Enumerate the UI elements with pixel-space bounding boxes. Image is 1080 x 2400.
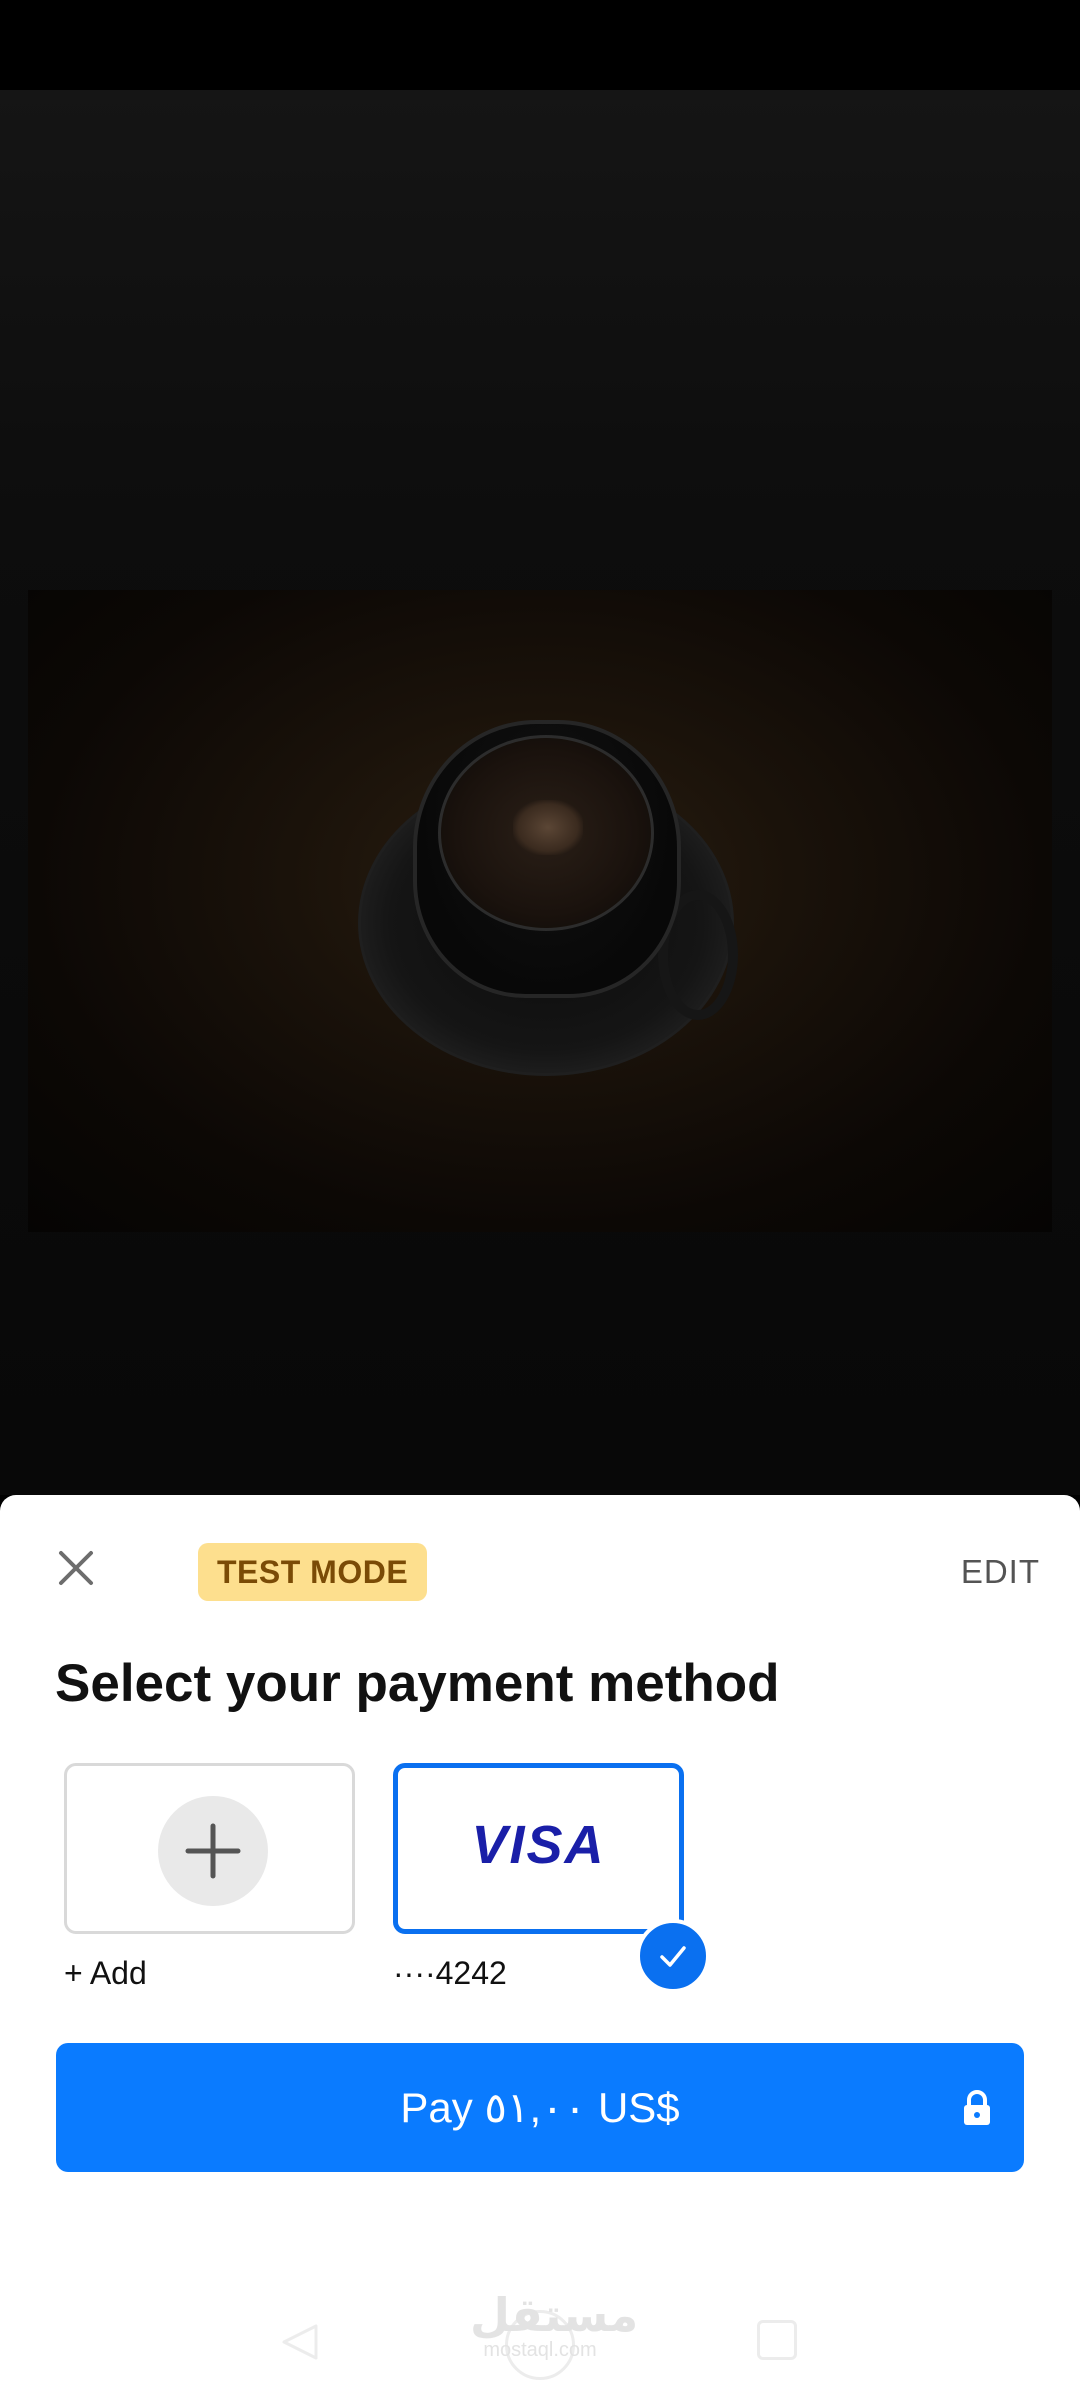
status-bar	[0, 0, 1080, 90]
watermark-arabic: مستقل	[470, 2289, 639, 2341]
lock-icon	[964, 2090, 990, 2125]
product-image-coffee-cup	[28, 590, 1052, 1232]
card-last4-label: ····4242	[393, 1955, 507, 1991]
nav-recents-button[interactable]	[757, 2320, 797, 2360]
plus-circle	[158, 1796, 268, 1906]
close-icon	[59, 1551, 93, 1585]
test-mode-badge: TEST MODE	[198, 1543, 428, 1601]
add-payment-method-tile[interactable]	[64, 1763, 355, 1934]
nav-back-icon[interactable]	[280, 2322, 320, 2362]
system-nav-bar: مستقل mostaql.com	[0, 2290, 1080, 2400]
close-button[interactable]	[48, 1540, 104, 1596]
checkmark-icon	[660, 1946, 686, 1967]
selected-check-icon	[636, 1919, 710, 1993]
watermark-latin: mostaql.com	[483, 2339, 597, 2361]
payment-sheet: TEST MODE EDIT Select your payment metho…	[0, 1495, 1080, 2400]
sheet-title: Select your payment method	[55, 1654, 780, 1713]
dimmed-backdrop[interactable]	[0, 90, 1080, 1495]
visa-logo: VISA	[471, 1815, 606, 1875]
edit-button[interactable]: EDIT	[961, 1553, 1040, 1591]
add-payment-label: + Add	[64, 1955, 147, 1991]
pay-button-label: Pay ٥١,٠٠ US$	[400, 2084, 680, 2131]
watermark: مستقل mostaql.com	[470, 2289, 639, 2361]
plus-icon	[185, 1823, 241, 1879]
visa-card-tile[interactable]: VISA	[393, 1763, 684, 1934]
latte-art	[513, 800, 583, 855]
pay-button[interactable]: Pay ٥١,٠٠ US$	[56, 2043, 1024, 2172]
